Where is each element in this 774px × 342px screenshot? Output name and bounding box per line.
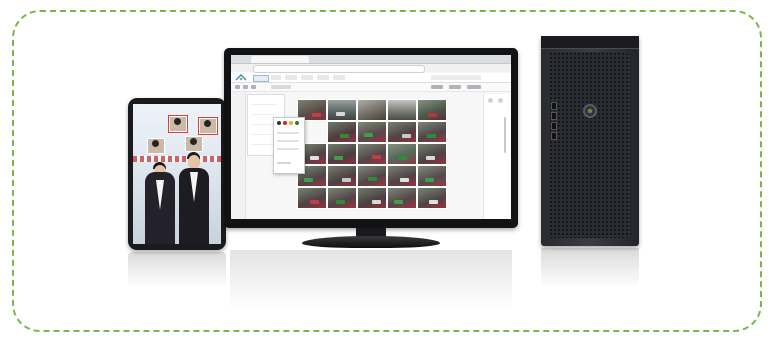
video-thumbnail[interactable] (357, 99, 387, 121)
panel-icon[interactable] (498, 98, 503, 103)
power-button-icon[interactable] (583, 104, 597, 118)
video-thumbnail[interactable] (357, 143, 387, 165)
monitor-reflection (230, 250, 512, 310)
face-detect-box (168, 115, 188, 133)
menu-item[interactable] (317, 75, 329, 80)
video-thumbnail[interactable] (327, 187, 357, 209)
tool-icon[interactable] (431, 85, 443, 89)
tool-icon[interactable] (467, 85, 481, 89)
popup-item[interactable] (277, 132, 299, 134)
panel-icon[interactable] (488, 98, 493, 103)
woman-figure (143, 162, 177, 244)
video-thumbnail[interactable] (357, 121, 387, 143)
monitor-base (302, 236, 440, 248)
face-thumbnail (147, 138, 165, 154)
browser-toolbar (231, 64, 511, 80)
video-thumbnail[interactable] (417, 99, 447, 121)
video-thumbnail[interactable] (417, 121, 447, 143)
video-thumbnail[interactable] (327, 99, 357, 121)
color-dot[interactable] (295, 121, 299, 125)
video-thumbnail[interactable] (327, 143, 357, 165)
menu-item[interactable] (301, 75, 313, 80)
address-bar[interactable] (253, 65, 425, 73)
video-thumbnail[interactable] (387, 143, 417, 165)
scrollbar[interactable] (504, 117, 506, 153)
video-thumbnail[interactable] (327, 121, 357, 143)
browser-tab[interactable] (251, 56, 309, 63)
tablet-reflection (128, 252, 226, 288)
video-thumbnail[interactable] (357, 187, 387, 209)
filter-row[interactable] (251, 109, 277, 115)
tool-icon[interactable] (243, 85, 248, 89)
usb-port (551, 132, 557, 140)
tower-top-panel (541, 36, 639, 49)
color-dot[interactable] (289, 121, 293, 125)
monitor-device (224, 48, 518, 228)
video-thumbnail[interactable] (387, 121, 417, 143)
video-thumbnail[interactable] (417, 143, 447, 165)
tool-icon[interactable] (251, 85, 256, 89)
usb-port (551, 122, 557, 130)
video-thumbnail[interactable] (387, 99, 417, 121)
man-figure (177, 152, 211, 244)
browser-tabbar (231, 55, 511, 64)
color-dot[interactable] (277, 121, 281, 125)
menu-item[interactable] (333, 75, 345, 80)
tool-icon[interactable] (449, 85, 461, 89)
right-panel (483, 94, 510, 219)
popup-item[interactable] (277, 140, 299, 142)
popup-button[interactable] (277, 162, 291, 164)
video-thumbnail[interactable] (387, 187, 417, 209)
tool-search[interactable] (271, 85, 291, 89)
face-thumbnail (185, 136, 203, 152)
app-toolbar (231, 83, 511, 92)
video-thumbnail[interactable] (387, 165, 417, 187)
video-thumbnail[interactable] (297, 187, 327, 209)
popup-item[interactable] (277, 148, 299, 150)
video-thumbnail[interactable] (417, 165, 447, 187)
usb-port (551, 112, 557, 120)
usb-port (551, 102, 557, 110)
video-thumbnail[interactable] (327, 165, 357, 187)
menu-item[interactable] (271, 75, 281, 80)
user-menu[interactable] (431, 75, 481, 80)
popup-menu (273, 117, 305, 174)
filter-row[interactable] (251, 99, 277, 105)
app-menubar (231, 73, 511, 83)
app-sidebar (231, 92, 246, 219)
video-thumbnail[interactable] (417, 187, 447, 209)
tablet-screen (133, 104, 221, 244)
video-thumbnail[interactable] (357, 165, 387, 187)
menu-item[interactable] (285, 75, 297, 80)
face-detect-box (198, 117, 218, 135)
monitor-screen (231, 55, 511, 219)
tablet-device (128, 98, 226, 250)
color-dot[interactable] (283, 121, 287, 125)
tower-reflection (541, 248, 639, 288)
server-tower (541, 36, 639, 246)
app-logo-icon (235, 74, 247, 81)
tower-front-mesh (549, 52, 631, 238)
tool-icon[interactable] (235, 85, 240, 89)
menu-item-active[interactable] (253, 75, 269, 82)
